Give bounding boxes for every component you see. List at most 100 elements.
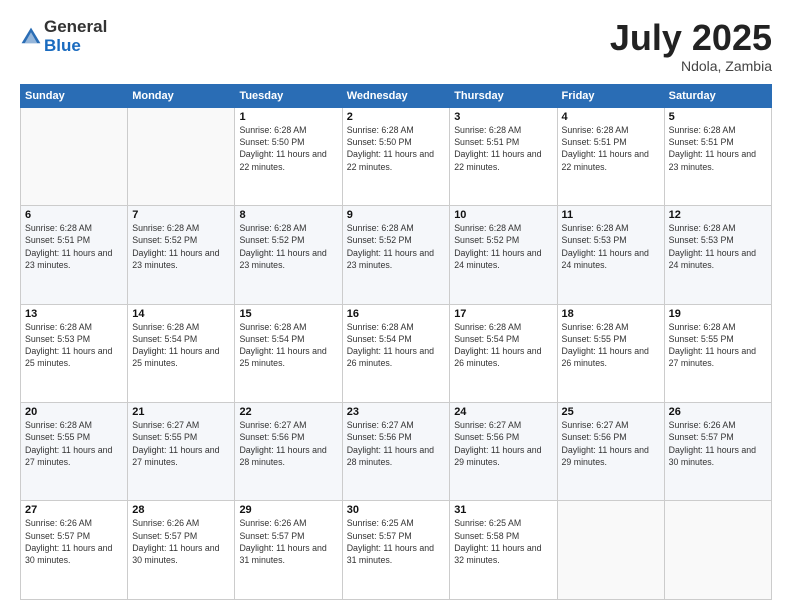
day-detail: Sunrise: 6:28 AM Sunset: 5:52 PM Dayligh… [132,222,230,271]
day-detail: Sunrise: 6:27 AM Sunset: 5:56 PM Dayligh… [347,419,445,468]
calendar-week-row: 6Sunrise: 6:28 AM Sunset: 5:51 PM Daylig… [21,206,772,304]
table-row: 19Sunrise: 6:28 AM Sunset: 5:55 PM Dayli… [664,304,771,402]
logo-icon [20,26,42,48]
calendar-week-row: 27Sunrise: 6:26 AM Sunset: 5:57 PM Dayli… [21,501,772,600]
table-row: 4Sunrise: 6:28 AM Sunset: 5:51 PM Daylig… [557,107,664,205]
table-row: 10Sunrise: 6:28 AM Sunset: 5:52 PM Dayli… [450,206,557,304]
table-row: 30Sunrise: 6:25 AM Sunset: 5:57 PM Dayli… [342,501,449,600]
logo-blue: Blue [44,37,107,56]
day-detail: Sunrise: 6:28 AM Sunset: 5:51 PM Dayligh… [669,124,767,173]
title-month: July 2025 [610,18,772,58]
day-number: 24 [454,406,552,418]
table-row: 29Sunrise: 6:26 AM Sunset: 5:57 PM Dayli… [235,501,342,600]
table-row [128,107,235,205]
table-row: 21Sunrise: 6:27 AM Sunset: 5:55 PM Dayli… [128,403,235,501]
day-detail: Sunrise: 6:28 AM Sunset: 5:54 PM Dayligh… [347,321,445,370]
table-row: 24Sunrise: 6:27 AM Sunset: 5:56 PM Dayli… [450,403,557,501]
day-number: 26 [669,406,767,418]
table-row [21,107,128,205]
calendar-week-row: 1Sunrise: 6:28 AM Sunset: 5:50 PM Daylig… [21,107,772,205]
table-row: 18Sunrise: 6:28 AM Sunset: 5:55 PM Dayli… [557,304,664,402]
table-row [557,501,664,600]
day-detail: Sunrise: 6:28 AM Sunset: 5:50 PM Dayligh… [347,124,445,173]
day-detail: Sunrise: 6:28 AM Sunset: 5:54 PM Dayligh… [454,321,552,370]
day-detail: Sunrise: 6:26 AM Sunset: 5:57 PM Dayligh… [669,419,767,468]
day-detail: Sunrise: 6:28 AM Sunset: 5:52 PM Dayligh… [239,222,337,271]
title-block: July 2025 Ndola, Zambia [610,18,772,74]
day-detail: Sunrise: 6:28 AM Sunset: 5:55 PM Dayligh… [25,419,123,468]
day-number: 16 [347,308,445,320]
day-detail: Sunrise: 6:28 AM Sunset: 5:51 PM Dayligh… [562,124,660,173]
day-detail: Sunrise: 6:28 AM Sunset: 5:52 PM Dayligh… [347,222,445,271]
table-row: 8Sunrise: 6:28 AM Sunset: 5:52 PM Daylig… [235,206,342,304]
table-row: 5Sunrise: 6:28 AM Sunset: 5:51 PM Daylig… [664,107,771,205]
table-row: 14Sunrise: 6:28 AM Sunset: 5:54 PM Dayli… [128,304,235,402]
header: General Blue July 2025 Ndola, Zambia [20,18,772,74]
day-detail: Sunrise: 6:28 AM Sunset: 5:50 PM Dayligh… [239,124,337,173]
col-tuesday: Tuesday [235,84,342,107]
table-row: 2Sunrise: 6:28 AM Sunset: 5:50 PM Daylig… [342,107,449,205]
day-detail: Sunrise: 6:26 AM Sunset: 5:57 PM Dayligh… [239,517,337,566]
day-number: 12 [669,209,767,221]
day-detail: Sunrise: 6:28 AM Sunset: 5:53 PM Dayligh… [562,222,660,271]
day-detail: Sunrise: 6:28 AM Sunset: 5:55 PM Dayligh… [562,321,660,370]
day-number: 25 [562,406,660,418]
day-number: 2 [347,111,445,123]
table-row: 28Sunrise: 6:26 AM Sunset: 5:57 PM Dayli… [128,501,235,600]
day-detail: Sunrise: 6:27 AM Sunset: 5:56 PM Dayligh… [454,419,552,468]
day-number: 29 [239,504,337,516]
day-number: 6 [25,209,123,221]
day-number: 23 [347,406,445,418]
day-number: 3 [454,111,552,123]
day-detail: Sunrise: 6:25 AM Sunset: 5:57 PM Dayligh… [347,517,445,566]
day-number: 28 [132,504,230,516]
table-row: 3Sunrise: 6:28 AM Sunset: 5:51 PM Daylig… [450,107,557,205]
table-row: 20Sunrise: 6:28 AM Sunset: 5:55 PM Dayli… [21,403,128,501]
day-number: 31 [454,504,552,516]
day-number: 18 [562,308,660,320]
day-detail: Sunrise: 6:28 AM Sunset: 5:53 PM Dayligh… [25,321,123,370]
logo-text: General Blue [44,18,107,55]
day-number: 1 [239,111,337,123]
col-monday: Monday [128,84,235,107]
day-detail: Sunrise: 6:28 AM Sunset: 5:54 PM Dayligh… [132,321,230,370]
day-number: 19 [669,308,767,320]
page: General Blue July 2025 Ndola, Zambia Sun… [0,0,792,612]
day-detail: Sunrise: 6:27 AM Sunset: 5:56 PM Dayligh… [239,419,337,468]
col-sunday: Sunday [21,84,128,107]
table-row: 6Sunrise: 6:28 AM Sunset: 5:51 PM Daylig… [21,206,128,304]
col-saturday: Saturday [664,84,771,107]
day-number: 9 [347,209,445,221]
day-detail: Sunrise: 6:28 AM Sunset: 5:52 PM Dayligh… [454,222,552,271]
day-number: 4 [562,111,660,123]
day-number: 22 [239,406,337,418]
calendar-week-row: 20Sunrise: 6:28 AM Sunset: 5:55 PM Dayli… [21,403,772,501]
table-row: 9Sunrise: 6:28 AM Sunset: 5:52 PM Daylig… [342,206,449,304]
col-thursday: Thursday [450,84,557,107]
table-row: 27Sunrise: 6:26 AM Sunset: 5:57 PM Dayli… [21,501,128,600]
day-detail: Sunrise: 6:25 AM Sunset: 5:58 PM Dayligh… [454,517,552,566]
col-wednesday: Wednesday [342,84,449,107]
day-number: 14 [132,308,230,320]
table-row: 7Sunrise: 6:28 AM Sunset: 5:52 PM Daylig… [128,206,235,304]
table-row: 1Sunrise: 6:28 AM Sunset: 5:50 PM Daylig… [235,107,342,205]
table-row [664,501,771,600]
day-number: 7 [132,209,230,221]
col-friday: Friday [557,84,664,107]
day-number: 21 [132,406,230,418]
table-row: 11Sunrise: 6:28 AM Sunset: 5:53 PM Dayli… [557,206,664,304]
calendar-week-row: 13Sunrise: 6:28 AM Sunset: 5:53 PM Dayli… [21,304,772,402]
table-row: 23Sunrise: 6:27 AM Sunset: 5:56 PM Dayli… [342,403,449,501]
logo: General Blue [20,18,107,55]
table-row: 31Sunrise: 6:25 AM Sunset: 5:58 PM Dayli… [450,501,557,600]
day-detail: Sunrise: 6:27 AM Sunset: 5:55 PM Dayligh… [132,419,230,468]
day-number: 13 [25,308,123,320]
table-row: 15Sunrise: 6:28 AM Sunset: 5:54 PM Dayli… [235,304,342,402]
day-detail: Sunrise: 6:28 AM Sunset: 5:55 PM Dayligh… [669,321,767,370]
table-row: 22Sunrise: 6:27 AM Sunset: 5:56 PM Dayli… [235,403,342,501]
day-detail: Sunrise: 6:28 AM Sunset: 5:54 PM Dayligh… [239,321,337,370]
day-number: 5 [669,111,767,123]
title-location: Ndola, Zambia [610,58,772,74]
day-number: 8 [239,209,337,221]
day-detail: Sunrise: 6:26 AM Sunset: 5:57 PM Dayligh… [132,517,230,566]
